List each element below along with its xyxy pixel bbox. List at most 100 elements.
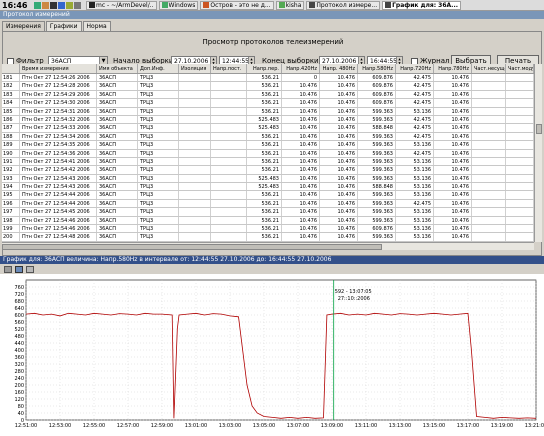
table-row[interactable]: 197 Птн Окт 27 12:54:45 2006 36АСП ТРЦ3 536.… [2, 208, 534, 217]
table-cell [179, 107, 211, 115]
table-row[interactable]: 186 Птн Окт 27 12:54:32 2006 36АСП ТРЦ3 525.… [2, 115, 534, 125]
panel-title: Просмотр протоколов телеизмерений [202, 38, 344, 46]
table-row[interactable]: 192 Птн Окт 27 12:54:42 2006 36АСП ТРЦ3 536.… [2, 166, 534, 175]
task-kisha[interactable]: kisha [275, 0, 305, 10]
table-cell [506, 191, 534, 199]
table-cell: 536.21 [247, 199, 282, 208]
table-cell [506, 115, 534, 124]
table-row[interactable]: 187 Птн Окт 27 12:54:33 2006 36АСП ТРЦ3 525.… [2, 124, 534, 133]
column-header[interactable]: Имя объекта [97, 64, 138, 73]
table-cell: 10.476 [434, 82, 472, 90]
table-cell: 42.475 [396, 115, 434, 124]
column-header[interactable]: Напр.пост. [211, 64, 247, 73]
table-cell: 599.363 [358, 208, 396, 216]
table-row[interactable]: 190 Птн Окт 27 12:54:36 2006 36АСП ТРЦ3 536.… [2, 149, 534, 158]
table-cell: Птн Окт 27 12:54:30 2006 [20, 99, 97, 107]
table-cell: 10.476 [320, 82, 358, 90]
table-row[interactable]: 185 Птн Окт 27 12:54:31 2006 36АСП ТРЦ3 536.… [2, 107, 534, 116]
task-protocol[interactable]: Протокол измере... [306, 0, 381, 10]
vertical-scrollbar[interactable] [534, 64, 542, 242]
table-cell [472, 166, 506, 174]
task-browser[interactable]: Остров - это не д... [200, 0, 274, 10]
table-cell [506, 157, 534, 166]
tab-measurements[interactable]: Измерения [2, 21, 45, 31]
zoom-in-icon[interactable] [15, 265, 23, 273]
column-header[interactable]: Напр.780Hz [434, 64, 472, 73]
table-row[interactable]: 198 Птн Окт 27 12:54:46 2006 36АСП ТРЦ3 536.… [2, 216, 534, 226]
tab-norm[interactable]: Норма [82, 21, 111, 31]
column-header[interactable]: Напр. 480Hz [320, 64, 358, 73]
table-cell: 53.136 [396, 141, 434, 149]
table-cell: 10.476 [434, 107, 472, 115]
column-header[interactable]: Напр.720Hz [396, 64, 434, 73]
mail-icon[interactable] [42, 1, 49, 9]
task-windows[interactable]: Windows [158, 0, 199, 10]
table-cell: 10.476 [282, 115, 320, 124]
task-graph[interactable]: График для: 36А... [382, 0, 462, 10]
table-cell [472, 107, 506, 115]
x-tick-label: 13:05:00 [253, 423, 275, 429]
column-header[interactable]: Изоляция [179, 64, 211, 73]
terminal-icon[interactable] [50, 1, 57, 9]
table-row[interactable]: 193 Птн Окт 27 12:54:43 2006 36АСП ТРЦ3 525.… [2, 174, 534, 184]
table-cell: 192 [2, 166, 20, 174]
table-cell: 10.476 [282, 149, 320, 157]
table-row[interactable]: 194 Птн Окт 27 12:54:43 2006 36АСП ТРЦ3 525.… [2, 183, 534, 192]
table-cell: 198 [2, 216, 20, 225]
table-row[interactable]: 181 Птн Окт 27 12:54:26 2006 36АСП ТРЦ3 536.… [2, 74, 534, 83]
zoom-out-icon[interactable] [26, 265, 34, 273]
table-cell [472, 124, 506, 132]
column-header[interactable]: Част.моду [506, 64, 534, 73]
table-row[interactable]: 189 Птн Окт 27 12:54:35 2006 36АСП ТРЦ3 536.… [2, 141, 534, 150]
table-cell [179, 225, 211, 233]
table-cell [179, 191, 211, 199]
table-row[interactable]: 195 Птн Окт 27 12:54:44 2006 36АСП ТРЦ3 536.… [2, 191, 534, 200]
y-tick-label: 80 [18, 404, 24, 410]
y-tick-label: 200 [14, 383, 24, 389]
editor-icon[interactable] [66, 1, 73, 9]
table-cell: 194 [2, 183, 20, 191]
tab-graphs[interactable]: Графики [45, 21, 82, 31]
column-header[interactable]: Напр.пер. [247, 64, 282, 73]
network-icon[interactable] [34, 1, 41, 9]
table-cell: 10.476 [434, 124, 472, 132]
x-tick-label: 13:03:00 [219, 423, 241, 429]
table-cell: 53.136 [396, 166, 434, 174]
table-cell: 53.136 [396, 183, 434, 191]
table-row[interactable]: 184 Птн Окт 27 12:54:30 2006 36АСП ТРЦ3 536.… [2, 99, 534, 108]
table-cell: 36АСП [97, 191, 138, 199]
table-cell [472, 90, 506, 99]
table-row[interactable]: 188 Птн Окт 27 12:54:34 2006 36АСП ТРЦ3 536.… [2, 132, 534, 142]
table-cell: 42.475 [396, 199, 434, 208]
table-cell: 536.21 [247, 216, 282, 225]
table-row[interactable]: 183 Птн Окт 27 12:54:29 2006 36АСП ТРЦ3 536.… [2, 90, 534, 100]
settings-icon[interactable] [74, 1, 81, 9]
column-header[interactable]: Напр.420Hz [282, 64, 320, 73]
column-header[interactable]: Время измерения [20, 64, 97, 73]
task-mc[interactable]: mc - ~/ArmDevel/.. [86, 0, 157, 10]
table-row[interactable]: 191 Птн Окт 27 12:54:41 2006 36АСП ТРЦ3 536.… [2, 157, 534, 167]
browser-icon[interactable] [58, 1, 65, 9]
scrollbar-thumb[interactable] [536, 124, 542, 134]
column-header[interactable]: Напр.580Hz [358, 64, 396, 73]
table-cell: 53.136 [396, 107, 434, 115]
table-cell: 536.21 [247, 191, 282, 199]
table-row[interactable]: 200 Птн Окт 27 12:54:48 2006 36АСП ТРЦ3 536.… [2, 233, 534, 242]
table-cell: 10.476 [434, 183, 472, 191]
table-row[interactable]: 182 Птн Окт 27 12:54:28 2006 36АСП ТРЦ3 536.… [2, 82, 534, 91]
column-header[interactable] [2, 64, 20, 73]
table-row[interactable]: 196 Птн Окт 27 12:54:44 2006 36АСП ТРЦ3 536.… [2, 199, 534, 209]
table-cell: 42.475 [396, 124, 434, 132]
table-cell: 10.476 [282, 90, 320, 99]
x-tick-label: 12:53:00 [49, 423, 71, 429]
scrollbar-thumb[interactable] [2, 244, 382, 250]
column-header[interactable]: Част.несущей [472, 64, 506, 73]
window-title: Протокол измерений [0, 11, 544, 19]
table-cell: 10.476 [320, 74, 358, 82]
table-row[interactable]: 199 Птн Окт 27 12:54:46 2006 36АСП ТРЦ3 536.… [2, 225, 534, 234]
table-cell [211, 141, 247, 149]
column-header[interactable]: Доп.Инф. [138, 64, 179, 73]
horizontal-scrollbar[interactable] [2, 242, 534, 250]
table-cell: ТРЦ3 [138, 225, 179, 233]
print-icon[interactable] [4, 265, 12, 273]
